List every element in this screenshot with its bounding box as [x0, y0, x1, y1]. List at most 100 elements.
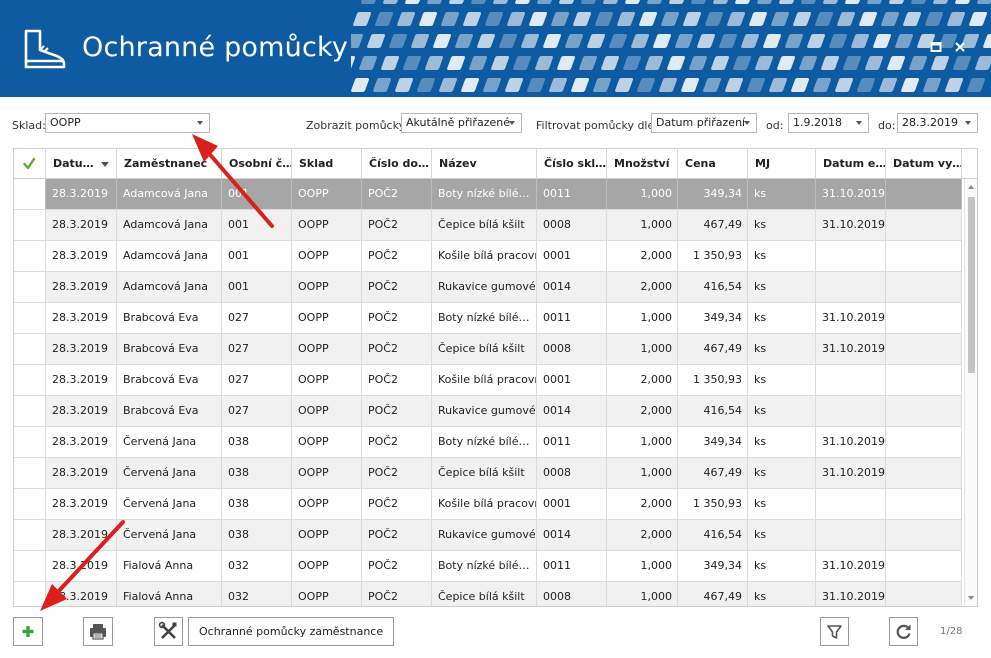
pattern-tile: [455, 34, 474, 48]
row-select-cell[interactable]: [14, 427, 46, 457]
row-select-cell[interactable]: [14, 489, 46, 519]
cell-quantity: 1,000: [607, 210, 678, 240]
filtrovat-select[interactable]: Datum přiřazení: [651, 113, 757, 133]
pattern-tile: [441, 12, 460, 26]
pattern-tile: [427, 0, 446, 4]
table-row[interactable]: 28.3.2019 Adamcová Jana 001 OOPP POČ2 Rukavic…: [14, 272, 962, 303]
table-row[interactable]: 28.3.2019 Červená Jana 038 OOPP POČ2 Čepice b…: [14, 458, 962, 489]
pattern-tile: [681, 78, 700, 92]
pattern-tile: [645, 56, 664, 70]
table-row[interactable]: 28.3.2019 Adamcová Jana 001 OOPP POČ2 Boty ní…: [14, 179, 962, 210]
od-date-picker[interactable]: 1.9.2018: [788, 113, 869, 133]
column-header-unit[interactable]: MJ: [748, 149, 816, 179]
do-date-picker[interactable]: 28.3.2019: [897, 113, 978, 133]
refresh-button[interactable]: [889, 617, 918, 646]
pattern-tile: [851, 34, 870, 48]
sklad-select[interactable]: OOPP: [45, 113, 210, 133]
employee-aids-button[interactable]: Ochranné pomůcky zaměstnance: [188, 617, 395, 646]
column-header-personal-number[interactable]: Osobní č…: [222, 149, 292, 179]
zobrazit-select[interactable]: Akutálně přiřazené: [401, 113, 522, 133]
row-select-cell[interactable]: [14, 396, 46, 426]
column-header-issue-date[interactable]: Datum vy…: [886, 149, 962, 179]
pattern-tile: [857, 78, 876, 92]
filter-button[interactable]: [820, 617, 849, 646]
add-button[interactable]: [13, 617, 43, 646]
cell-issue-date: [886, 241, 962, 271]
column-header-expiry-date[interactable]: Datum e…: [816, 149, 886, 179]
row-select-cell[interactable]: [14, 241, 46, 271]
pattern-tile: [351, 56, 356, 70]
row-select-cell[interactable]: [14, 365, 46, 395]
column-header-quantity[interactable]: Množství: [607, 149, 678, 179]
close-icon[interactable]: [953, 40, 967, 54]
column-header-employee[interactable]: Zaměstnanec: [117, 149, 222, 179]
table-row[interactable]: 28.3.2019 Fialová Anna 032 OOPP POČ2 Čepice b…: [14, 582, 962, 606]
cell-employee: Červená Jana: [117, 520, 222, 550]
cell-issue-date: [886, 427, 962, 457]
pattern-tile: [439, 78, 458, 92]
column-header-document-number[interactable]: Číslo do…: [362, 149, 432, 179]
pattern-tile: [351, 78, 370, 92]
row-select-cell[interactable]: [14, 520, 46, 550]
cell-personal-number: 038: [222, 458, 292, 488]
pattern-tile: [763, 34, 782, 48]
cell-item-code: 0014: [537, 520, 607, 550]
row-select-cell[interactable]: [14, 458, 46, 488]
pattern-tile: [975, 56, 991, 70]
scroll-thumb[interactable]: [968, 197, 975, 373]
table-row[interactable]: 28.3.2019 Červená Jana 038 OOPP POČ2 Košile b…: [14, 489, 962, 520]
cell-employee: Brabcová Eva: [117, 303, 222, 333]
row-select-cell[interactable]: [14, 303, 46, 333]
column-header-price[interactable]: Cena: [678, 149, 748, 179]
column-header-date-assigned[interactable]: Datu…: [46, 149, 117, 179]
vertical-scrollbar[interactable]: [964, 179, 977, 606]
row-select-cell[interactable]: [14, 334, 46, 364]
cell-warehouse: OOPP: [292, 303, 362, 333]
row-select-cell[interactable]: [14, 272, 46, 302]
table-row[interactable]: 28.3.2019 Červená Jana 038 OOPP POČ2 Boty níz…: [14, 427, 962, 458]
pattern-tile: [769, 78, 788, 92]
table-row[interactable]: 28.3.2019 Červená Jana 038 OOPP POČ2 Rukavice…: [14, 520, 962, 551]
table-row[interactable]: 28.3.2019 Brabcová Eva 027 OOPP POČ2 Košile b…: [14, 365, 962, 396]
cell-quantity: 1,000: [607, 582, 678, 606]
maximize-icon[interactable]: [929, 40, 943, 54]
do-label: do:: [878, 119, 896, 132]
cell-issue-date: [886, 365, 962, 395]
scroll-down-icon[interactable]: [968, 596, 974, 600]
table-row[interactable]: 28.3.2019 Adamcová Jana 001 OOPP POČ2 Košile …: [14, 241, 962, 272]
scroll-up-icon[interactable]: [968, 185, 974, 189]
pattern-tile: [617, 12, 636, 26]
pattern-tile: [697, 34, 716, 48]
pattern-tile: [557, 56, 576, 70]
cell-expiry-date: 31.10.2019: [816, 179, 886, 209]
column-header-item-name[interactable]: Název: [432, 149, 537, 179]
cell-warehouse: OOPP: [292, 272, 362, 302]
cell-issue-date: [886, 210, 962, 240]
cell-document-number: POČ2: [362, 489, 432, 519]
pattern-tile: [815, 12, 834, 26]
print-button[interactable]: [83, 617, 113, 646]
select-column-header[interactable]: [14, 149, 46, 179]
pattern-tile: [461, 78, 480, 92]
cell-item-code: 0008: [537, 210, 607, 240]
row-select-cell[interactable]: [14, 551, 46, 581]
table-row[interactable]: 28.3.2019 Fialová Anna 032 OOPP POČ2 Boty níz…: [14, 551, 962, 582]
table-row[interactable]: 28.3.2019 Brabcová Eva 027 OOPP POČ2 Rukavice…: [14, 396, 962, 427]
cell-date-assigned: 28.3.2019: [46, 582, 117, 606]
table-row[interactable]: 28.3.2019 Brabcová Eva 027 OOPP POČ2 Boty níz…: [14, 303, 962, 334]
table-row[interactable]: 28.3.2019 Brabcová Eva 027 OOPP POČ2 Čepice b…: [14, 334, 962, 365]
row-select-cell[interactable]: [14, 210, 46, 240]
cell-warehouse: OOPP: [292, 551, 362, 581]
tools-button[interactable]: [154, 617, 183, 646]
row-select-cell[interactable]: [14, 179, 46, 209]
pattern-tile: [823, 0, 842, 4]
cell-item-code: 0011: [537, 427, 607, 457]
cell-quantity: 1,000: [607, 427, 678, 457]
cell-date-assigned: 28.3.2019: [46, 427, 117, 457]
table-row[interactable]: 28.3.2019 Adamcová Jana 001 OOPP POČ2 Čepice …: [14, 210, 962, 241]
cell-unit: ks: [748, 520, 816, 550]
cell-date-assigned: 28.3.2019: [46, 334, 117, 364]
column-header-item-code[interactable]: Číslo skl…: [537, 149, 607, 179]
column-header-warehouse[interactable]: Sklad: [292, 149, 362, 179]
row-select-cell[interactable]: [14, 582, 46, 606]
